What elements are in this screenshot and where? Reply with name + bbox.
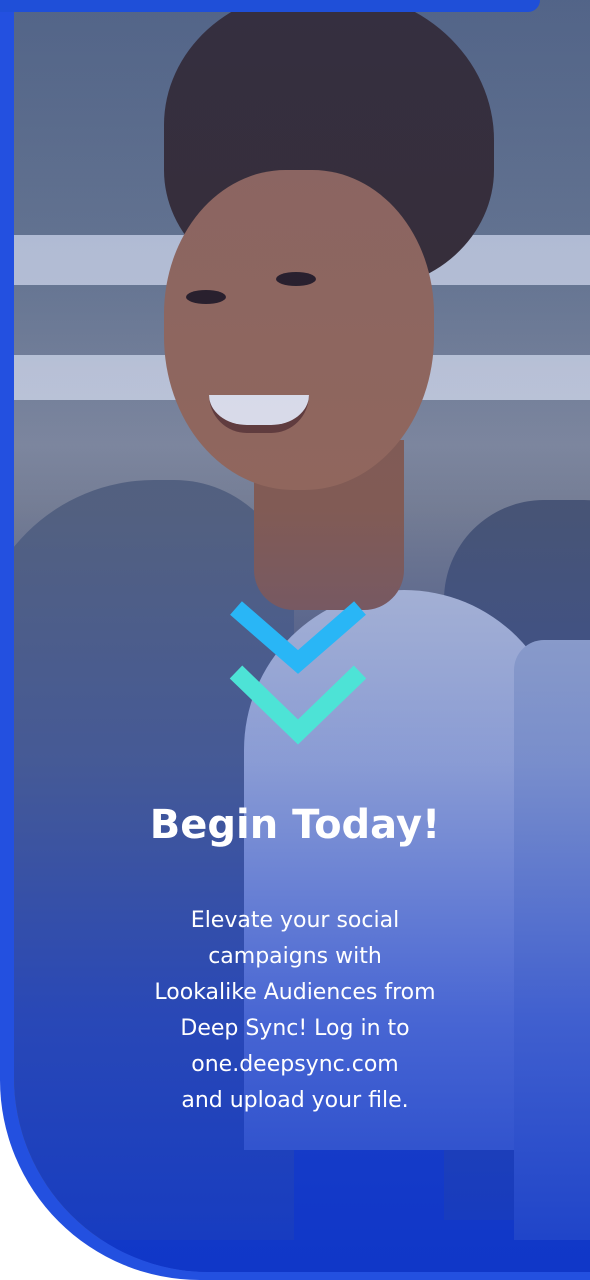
- double-chevron-down-icon: [229, 601, 367, 745]
- body-line: Deep Sync! Log in to: [180, 1016, 410, 1041]
- body-line: and upload your file.: [181, 1088, 409, 1113]
- body-line: one.deepsync.com: [191, 1052, 399, 1077]
- body-line: Lookalike Audiences from: [154, 980, 436, 1005]
- top-accent-strip: [0, 0, 540, 12]
- headline: Begin Today!: [149, 802, 441, 848]
- promo-banner: Begin Today! Elevate your social campaig…: [0, 0, 590, 1280]
- body-line: Elevate your social: [190, 908, 400, 933]
- promo-body-text: Elevate your social campaigns with Looka…: [90, 903, 500, 1119]
- body-line: campaigns with: [208, 944, 382, 969]
